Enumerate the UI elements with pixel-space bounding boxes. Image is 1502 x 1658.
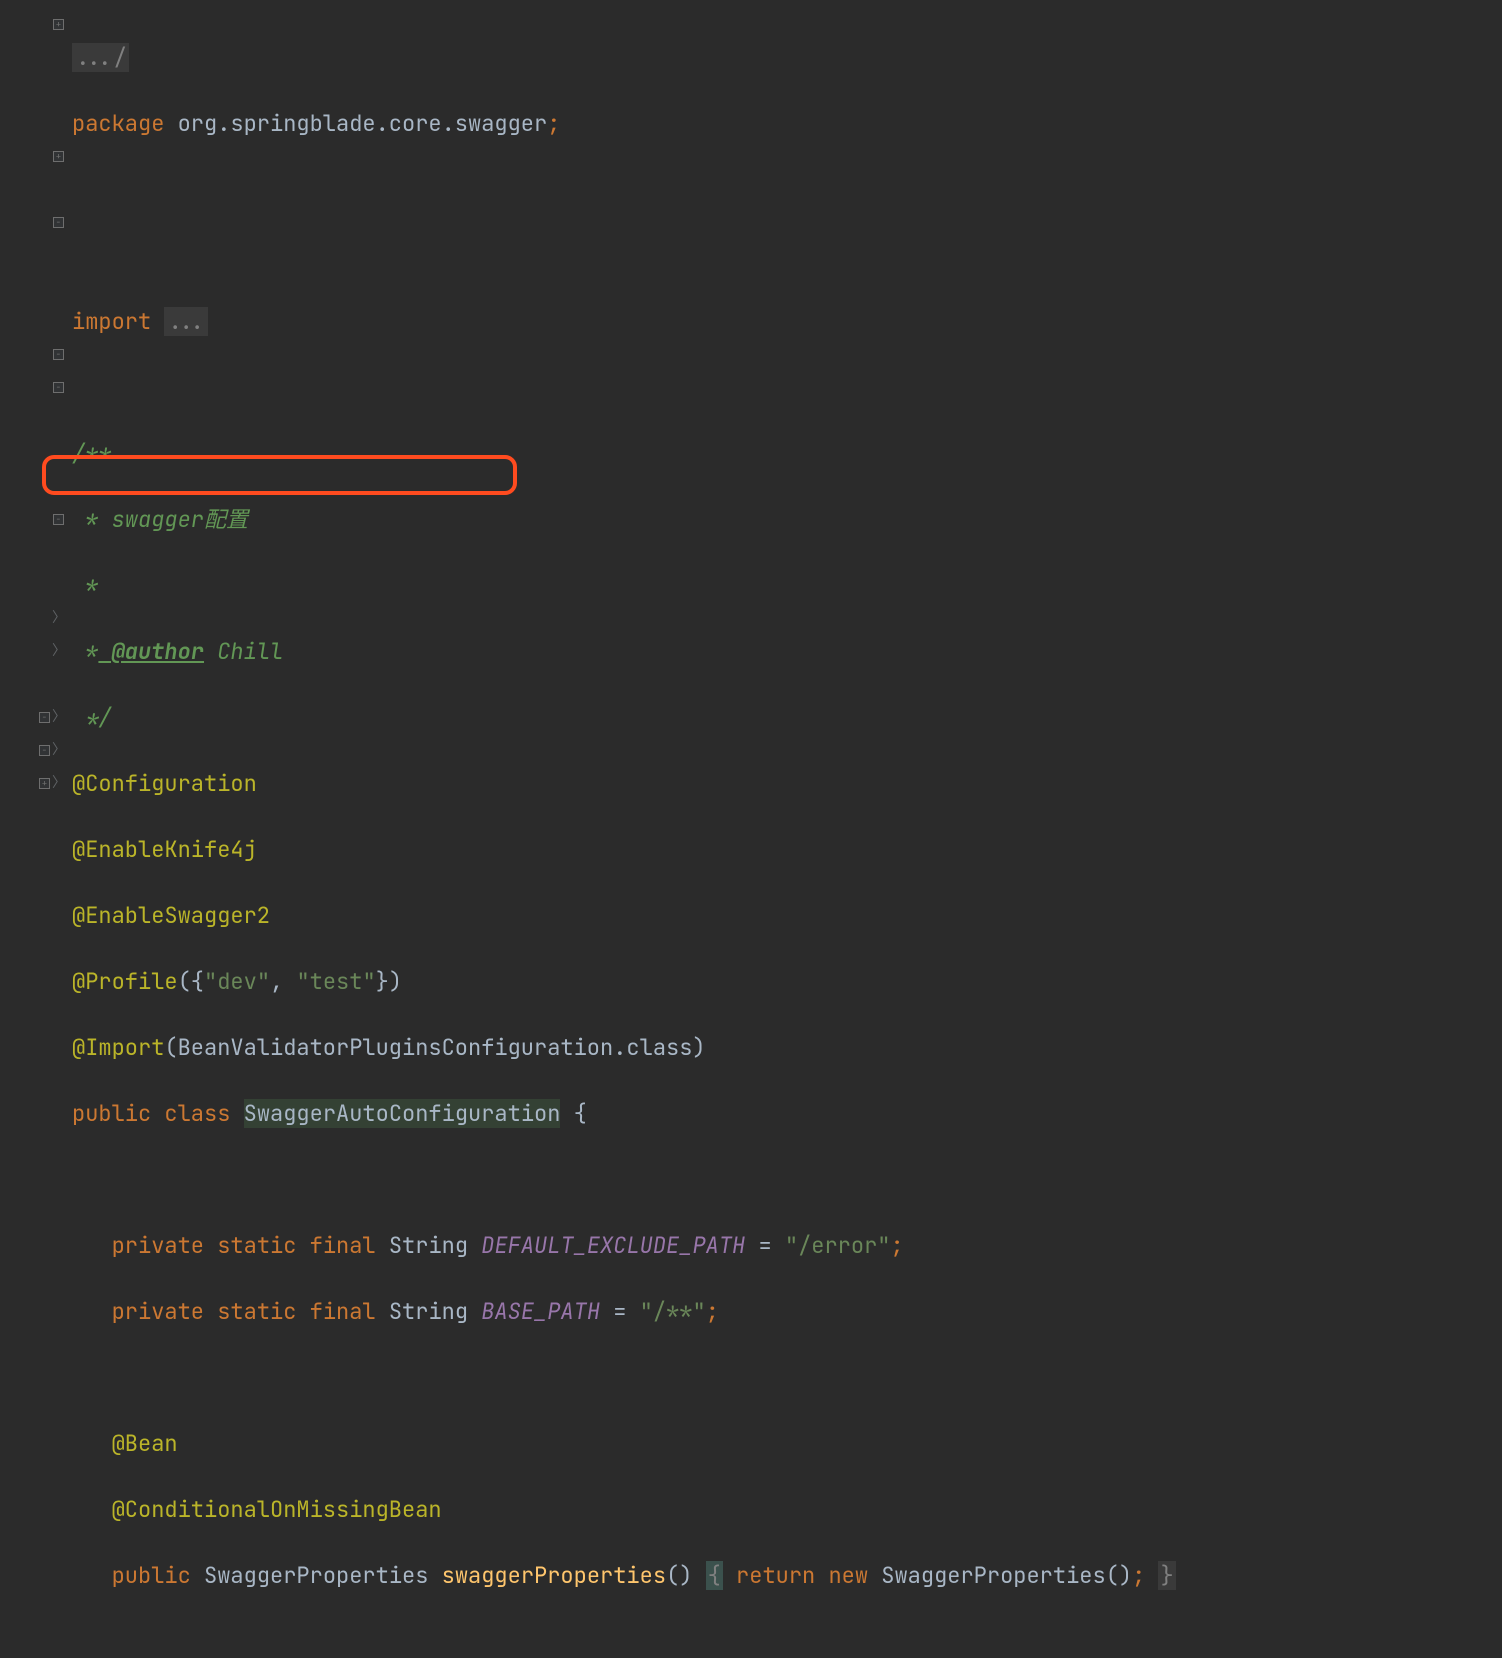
string-literal: "/**": [640, 1297, 706, 1326]
comma: ,: [270, 967, 296, 996]
semicolon: ;: [890, 1231, 903, 1260]
fold-collapse-icon[interactable]: −: [53, 217, 64, 228]
fold-expand-icon[interactable]: +: [53, 19, 64, 30]
javadoc: */: [72, 703, 112, 732]
parens: (): [666, 1561, 692, 1590]
fold-end-icon[interactable]: −: [53, 514, 64, 525]
equals: =: [745, 1231, 785, 1260]
type: String: [389, 1231, 468, 1260]
string-literal: "/error": [785, 1231, 891, 1260]
keyword: new: [828, 1561, 868, 1590]
javadoc: *: [72, 571, 98, 600]
equals: =: [600, 1297, 640, 1326]
annotation: @Profile: [72, 967, 178, 996]
constructor: SwaggerProperties: [881, 1561, 1105, 1590]
javadoc: *: [72, 637, 98, 666]
package-keyword: package: [72, 109, 164, 138]
package-name: org.springblade.core.swagger: [178, 109, 548, 138]
class-name: SwaggerAutoConfiguration: [244, 1099, 561, 1128]
javadoc: /**: [72, 439, 112, 468]
type: String: [389, 1297, 468, 1326]
fold-collapse-icon[interactable]: −: [53, 382, 64, 393]
paren: (: [164, 1033, 177, 1062]
constant: BASE_PATH: [481, 1297, 600, 1326]
modifier: public: [112, 1561, 191, 1590]
parens: (): [1106, 1561, 1132, 1590]
javadoc-text: swagger配置: [98, 505, 248, 534]
modifier: public: [72, 1099, 151, 1128]
arrow-icon[interactable]: 〉: [52, 635, 64, 668]
folded-region[interactable]: ...: [164, 307, 208, 336]
string-literal: "test": [296, 967, 375, 996]
arrow-icon[interactable]: 〉: [52, 602, 64, 635]
arrow-icon[interactable]: 〉: [52, 767, 64, 800]
arrow-icon[interactable]: 〉: [52, 701, 64, 734]
fold-end-icon[interactable]: −: [39, 745, 50, 756]
type: SwaggerProperties: [204, 1561, 428, 1590]
modifier: final: [310, 1297, 376, 1326]
modifier: private: [112, 1231, 204, 1260]
import-keyword: import: [72, 307, 151, 336]
fold-expand-icon[interactable]: +: [53, 151, 64, 162]
gutter: + + − − − − 〉 〉 −〉 −〉 +〉: [0, 0, 68, 838]
fold-expand-icon[interactable]: +: [39, 778, 50, 789]
modifier: final: [310, 1231, 376, 1260]
brace: {: [560, 1099, 586, 1128]
annotation: @Import: [72, 1033, 164, 1062]
fold-end-icon[interactable]: −: [53, 349, 64, 360]
string-literal: "dev": [204, 967, 270, 996]
constant: DEFAULT_EXCLUDE_PATH: [481, 1231, 745, 1260]
dot-class: .class: [613, 1033, 692, 1062]
javadoc-author: Chill: [204, 637, 283, 666]
javadoc-tag: @author: [98, 637, 204, 666]
semicolon: ;: [547, 109, 560, 138]
class-ref: BeanValidatorPluginsConfiguration: [178, 1033, 614, 1062]
code-editor: + + − − − − 〉 〉 −〉 −〉 +〉 .../ package or…: [0, 0, 1502, 838]
annotation: @Configuration: [72, 769, 257, 798]
brace: }: [1158, 1561, 1175, 1590]
fold-collapse-icon[interactable]: −: [39, 712, 50, 723]
paren: }): [376, 967, 402, 996]
brace: {: [706, 1561, 723, 1590]
paren: ): [692, 1033, 705, 1062]
arrow-icon[interactable]: 〉: [52, 734, 64, 767]
keyword: class: [164, 1099, 230, 1128]
modifier: static: [217, 1231, 296, 1260]
semicolon: ;: [706, 1297, 719, 1326]
method-name: swaggerProperties: [442, 1561, 666, 1590]
annotation: @EnableSwagger2: [72, 901, 270, 930]
annotation: @Bean: [112, 1429, 178, 1458]
folded-region[interactable]: .../: [72, 43, 129, 72]
annotation: @EnableKnife4j: [72, 835, 257, 864]
code-area[interactable]: .../ package org.springblade.core.swagge…: [68, 0, 1176, 838]
annotation: @ConditionalOnMissingBean: [112, 1495, 442, 1524]
javadoc: *: [72, 505, 98, 534]
modifier: private: [112, 1297, 204, 1326]
semicolon: ;: [1132, 1561, 1145, 1590]
modifier: static: [217, 1297, 296, 1326]
paren: ({: [178, 967, 204, 996]
keyword: return: [736, 1561, 815, 1590]
